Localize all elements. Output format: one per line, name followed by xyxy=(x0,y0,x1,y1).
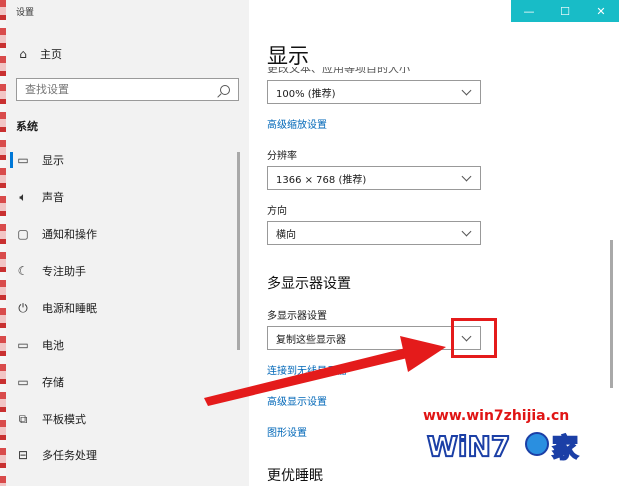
watermark-url: www.win7zhijia.cn xyxy=(423,408,570,424)
watermark-logo: WiN7 家 xyxy=(426,429,579,465)
svg-text:家: 家 xyxy=(552,433,578,464)
svg-text:WiN7: WiN7 xyxy=(427,430,510,463)
annotation-highlight-box xyxy=(451,318,497,358)
